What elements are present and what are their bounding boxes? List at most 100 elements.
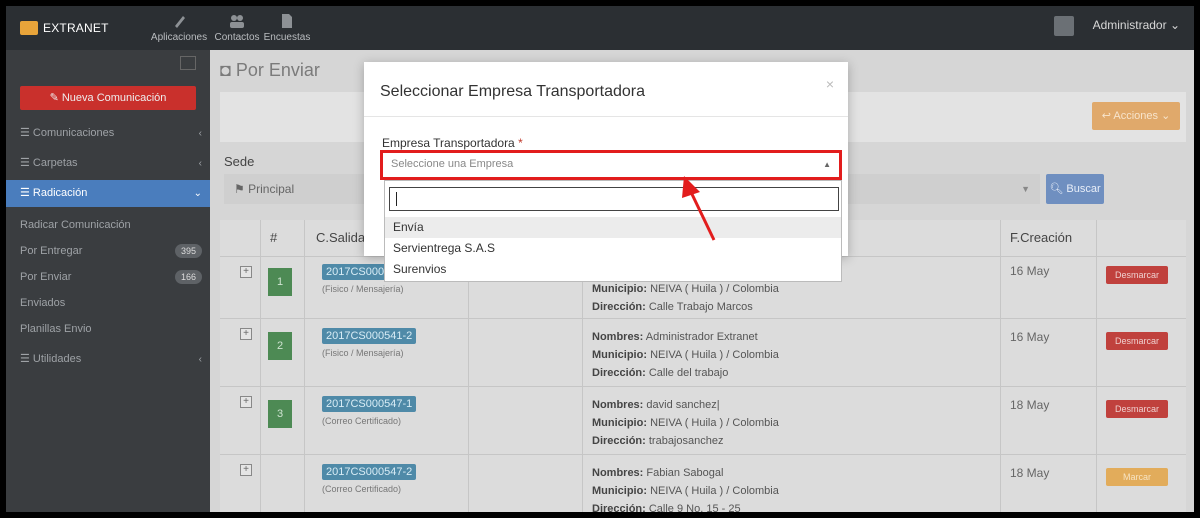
actions-button[interactable]: ↩ Acciones ⌄ [1092, 102, 1180, 130]
expand-row-icon[interactable]: + [240, 396, 252, 408]
mark-button[interactable]: Marcar [1106, 468, 1168, 486]
top-navbar: EXTRANET Aplicaciones Contactos Encuesta… [6, 6, 1194, 50]
nav-contactos[interactable]: Contactos [210, 6, 264, 50]
sidebar-subitem-radicar[interactable]: Radicar Comunicación [6, 212, 210, 238]
search-button[interactable]: 🔍︎ Buscar [1046, 174, 1104, 204]
sidebar-subitem-planillas[interactable]: Planillas Envio [6, 316, 210, 342]
direccion-label: Dirección: [592, 503, 646, 512]
user-avatar-icon[interactable] [1054, 16, 1074, 36]
creation-date: 18 May [1010, 398, 1050, 412]
municipio-value: NEIVA ( Huila ) / Colombia [650, 283, 779, 295]
sidebar-item-radicacion[interactable]: ☰ Radicación ⌄ [6, 180, 210, 207]
col-header-num: # [270, 230, 278, 245]
creation-date: 18 May [1010, 466, 1050, 480]
municipio-label: Municipio: [592, 349, 647, 361]
nav-label: Aplicaciones [150, 32, 208, 43]
sidebar-subitem-por-enviar[interactable]: Por Enviar 166 [6, 264, 210, 290]
salida-code[interactable]: 2017CS000541-2 [322, 328, 417, 344]
shipping-type: (Fisico / Mensajería) [322, 284, 404, 294]
municipio-value: NEIVA ( Huila ) / Colombia [650, 349, 779, 361]
search-label: Buscar [1066, 183, 1101, 195]
user-name: Administrador [1092, 18, 1167, 32]
creation-date: 16 May [1010, 264, 1050, 278]
nav-label: Encuestas [263, 32, 311, 43]
sede-select[interactable]: ⚑ Principal [224, 174, 364, 204]
carrier-option[interactable]: Servientrega S.A.S [385, 238, 841, 259]
sidebar-subitem-label: Radicar Comunicación [20, 219, 131, 231]
sidebar-item-label: Comunicaciones [32, 127, 115, 139]
direccion-value: Calle del trabajo [648, 367, 729, 379]
sede-value: Principal [248, 182, 295, 196]
sidebar-subitem-label: Por Entregar [20, 245, 83, 257]
salida-code[interactable]: 2017CS000547-2 [322, 464, 417, 480]
direccion-label: Dirección: [592, 367, 646, 379]
modal-divider [364, 116, 848, 117]
sidebar-item-label: Carpetas [32, 157, 78, 169]
sede-label: Sede [224, 154, 255, 169]
direccion-value: Calle Trabajo Marcos [648, 301, 753, 313]
sidebar-item-carpetas[interactable]: ☰ Carpetas ‹ [6, 150, 210, 177]
sidebar-subitem-label: Por Enviar [20, 271, 72, 283]
sidebar-item-utilidades[interactable]: ☰ Utilidades ‹ [6, 346, 210, 373]
nombres-value: david sanchez| [646, 399, 720, 411]
brand-name: EXTRANET [43, 21, 109, 35]
brand-logo-icon [20, 21, 38, 35]
file-icon [282, 14, 292, 28]
nombres-label: Nombres: [592, 399, 644, 411]
sidebar-subitem-por-entregar[interactable]: Por Entregar 395 [6, 238, 210, 264]
nav-aplicaciones[interactable]: Aplicaciones [142, 6, 216, 50]
recipient-info: Nombres: Fabian Sabogal Municipio: NEIVA… [592, 464, 779, 512]
required-marker: * [518, 136, 523, 150]
carrier-dropdown: Envía Servientrega S.A.S Surenvios [384, 180, 842, 282]
sidebar-subitem-enviados[interactable]: Enviados [6, 290, 210, 316]
nombres-label: Nombres: [592, 331, 644, 343]
count-badge: 395 [174, 244, 202, 258]
direccion-value: Calle 9 No. 15 - 25 [648, 503, 741, 512]
flag-icon: ⚑ [234, 182, 245, 196]
close-icon[interactable]: × [826, 76, 834, 92]
chevron-left-icon: ‹ [198, 158, 202, 169]
direccion-value: trabajosanchez [648, 435, 724, 447]
chevron-left-icon: ‹ [198, 354, 202, 365]
creation-date: 16 May [1010, 330, 1050, 344]
chevron-left-icon: ‹ [198, 128, 202, 139]
direccion-label: Dirección: [592, 301, 646, 313]
municipio-label: Municipio: [592, 485, 647, 497]
sidebar-subitem-label: Enviados [20, 297, 66, 309]
count-badge: 166 [174, 270, 202, 284]
pencil-icon [175, 16, 185, 28]
sidebar-toggle-icon[interactable] [180, 56, 196, 70]
municipio-value: NEIVA ( Huila ) / Colombia [650, 417, 779, 429]
col-header-fcreacion: F.Creación [1010, 230, 1073, 245]
sidebar-item-label: Utilidades [32, 353, 82, 365]
caret-down-icon: ▼ [1021, 184, 1030, 194]
dropdown-search-input[interactable] [389, 187, 839, 211]
row-number: 2 [268, 332, 292, 360]
nav-encuestas[interactable]: Encuestas [260, 6, 314, 50]
sidebar-item-comunicaciones[interactable]: ☰ Comunicaciones ‹ [6, 120, 210, 147]
unmark-button[interactable]: Desmarcar [1106, 332, 1168, 350]
salida-code[interactable]: 2017CS000547-1 [322, 396, 417, 412]
filter-select[interactable]: ▼ [822, 174, 1040, 204]
sidebar-subitem-label: Planillas Envio [20, 323, 92, 335]
nombres-label: Nombres: [592, 467, 644, 479]
nombres-value: Administrador Extranet [645, 331, 758, 343]
recipient-info: Nombres: david sanchez| Municipio: NEIVA… [592, 396, 779, 450]
users-icon [230, 15, 244, 28]
search-icon: 🔍︎ [1049, 183, 1064, 195]
unmark-button[interactable]: Desmarcar [1106, 400, 1168, 418]
carrier-option[interactable]: Surenvios [385, 259, 841, 280]
inbox-icon: ◘ [220, 60, 231, 80]
modal-title: Seleccionar Empresa Transportadora [380, 83, 646, 100]
select-carrier-modal: Seleccionar Empresa Transportadora × Emp… [364, 62, 848, 282]
shipping-type: (Fisico / Mensajería) [322, 348, 404, 358]
user-menu[interactable]: Administrador ⌄ [1093, 18, 1180, 32]
row-number: 1 [268, 268, 292, 296]
carrier-option[interactable]: Envía [385, 217, 841, 238]
expand-row-icon[interactable]: + [240, 266, 252, 278]
expand-row-icon[interactable]: + [240, 464, 252, 476]
new-communication-button[interactable]: ✎ Nueva Comunicación [20, 86, 196, 110]
carrier-select[interactable]: Seleccione una Empresa ▲ [380, 150, 842, 180]
unmark-button[interactable]: Desmarcar [1106, 266, 1168, 284]
expand-row-icon[interactable]: + [240, 328, 252, 340]
